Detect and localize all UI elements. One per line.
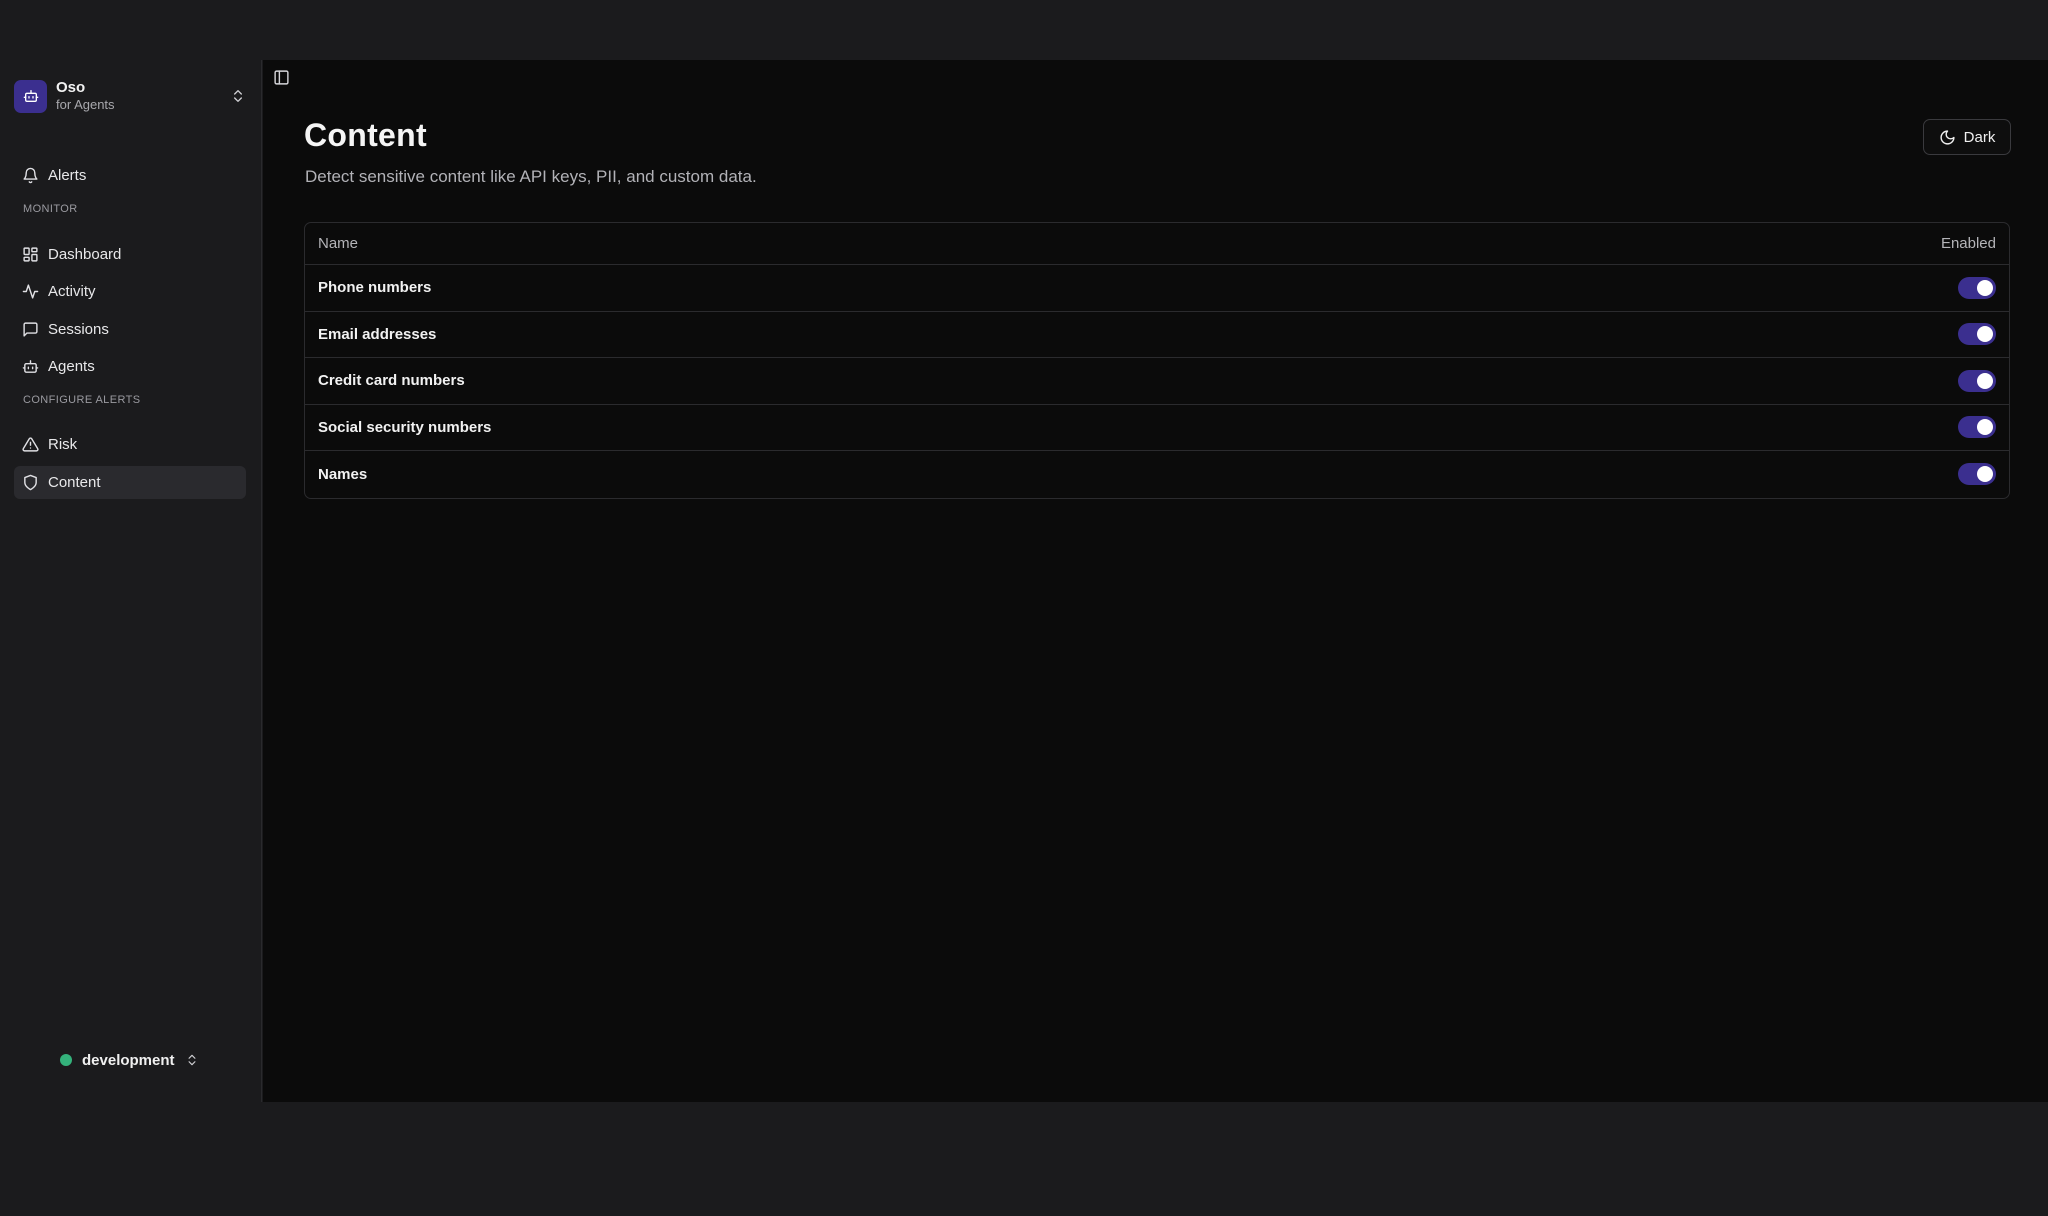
page-title: Content: [304, 117, 427, 153]
sidebar-item-content[interactable]: Content: [14, 466, 246, 499]
toggle-knob: [1977, 279, 1993, 296]
dashboard-icon: [23, 247, 38, 262]
section-label-configure-alerts: Configure Alerts: [23, 394, 141, 406]
bot-logo-icon: [14, 79, 47, 113]
sidebar-item-label: Dashboard: [48, 246, 122, 263]
chevrons-up-down-icon: [188, 1054, 196, 1066]
table-row: Phone numbers: [305, 265, 2009, 312]
sidebar-toggle-button[interactable]: [269, 65, 293, 89]
sidebar-item-label: Activity: [48, 283, 96, 300]
environment-status-dot: [60, 1054, 72, 1066]
environment-label: development: [82, 1051, 175, 1069]
section-label-monitor: Monitor: [23, 203, 78, 215]
sidebar-item-label: Content: [48, 474, 101, 491]
toggle-knob: [1977, 372, 1993, 389]
enabled-toggle[interactable]: [1958, 416, 1996, 439]
detector-name: Credit card numbers: [318, 372, 465, 390]
column-header-enabled: Enabled: [1940, 235, 1996, 252]
detector-name: Email addresses: [318, 325, 437, 343]
table-header: Name Enabled: [305, 223, 2009, 265]
sidebar-item-sessions[interactable]: Sessions: [14, 313, 246, 346]
table-row: Names: [305, 451, 2009, 498]
sidebar-item-label: Agents: [48, 358, 95, 375]
enabled-toggle[interactable]: [1958, 463, 1996, 486]
table-row: Credit card numbers: [305, 358, 2009, 405]
column-header-name: Name: [318, 235, 359, 252]
sidebar-item-agents[interactable]: Agents: [14, 350, 246, 383]
sidebar-item-activity[interactable]: Activity: [14, 275, 246, 308]
shield-icon: [24, 474, 37, 491]
toggle-knob: [1977, 466, 1993, 483]
sidebar-item-label: Sessions: [48, 321, 109, 338]
toggle-knob: [1977, 326, 1993, 343]
content-detectors-table: Name Enabled Phone numbers Email address…: [304, 222, 2010, 499]
sidebar-item-label: Alerts: [48, 167, 87, 184]
sidebar-item-label: Risk: [48, 436, 78, 453]
sidebar: Oso for Agents Alerts Monitor Dashboard: [0, 60, 262, 1102]
sidebar-item-dashboard[interactable]: Dashboard: [14, 238, 246, 271]
theme-toggle-button[interactable]: Dark: [1923, 119, 2011, 155]
table-row: Email addresses: [305, 312, 2009, 358]
warning-icon: [22, 437, 39, 452]
org-name: Oso: [56, 79, 86, 96]
sidebar-item-risk[interactable]: Risk: [14, 428, 246, 461]
theme-toggle-label: Dark: [1963, 128, 1996, 146]
environment-switcher[interactable]: development: [60, 1051, 199, 1069]
toggle-knob: [1977, 419, 1993, 436]
page-subtitle: Detect sensitive content like API keys, …: [305, 167, 757, 186]
detector-name: Names: [318, 465, 368, 483]
table-row: Social security numbers: [305, 405, 2009, 451]
bot-icon: [22, 360, 39, 373]
message-icon: [23, 322, 38, 337]
bell-icon: [23, 167, 38, 184]
detector-name: Social security numbers: [318, 418, 492, 436]
enabled-toggle[interactable]: [1958, 369, 1996, 392]
org-subtitle: for Agents: [56, 97, 115, 112]
org-switcher[interactable]: Oso for Agents: [14, 74, 248, 118]
moon-icon: [1940, 129, 1955, 145]
detector-name: Phone numbers: [318, 279, 432, 297]
activity-icon: [22, 284, 39, 299]
enabled-toggle[interactable]: [1958, 276, 1996, 299]
panel-left-icon: [273, 69, 289, 85]
app-window: Oso for Agents Alerts Monitor Dashboard: [0, 60, 2048, 1102]
enabled-toggle[interactable]: [1958, 323, 1996, 346]
chevrons-up-down-icon: [234, 90, 242, 102]
sidebar-item-alerts[interactable]: Alerts: [14, 159, 246, 192]
main-content: Content Detect sensitive content like AP…: [263, 60, 2048, 1102]
